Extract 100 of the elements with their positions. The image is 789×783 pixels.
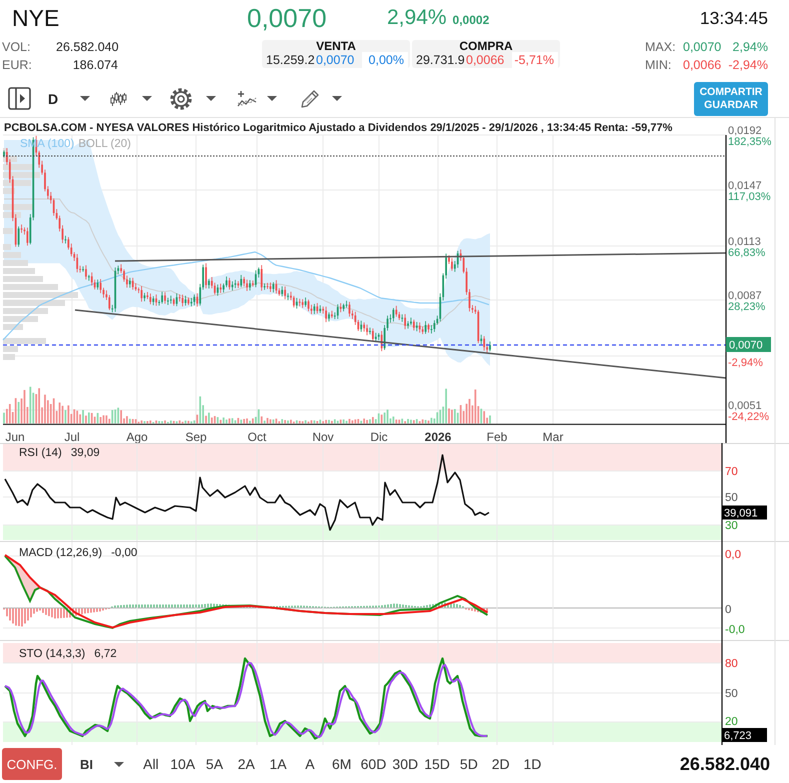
quote-percent: -5,71% — [512, 52, 558, 68]
time-axis-label: Feb — [486, 430, 508, 443]
indicator-value: -0,00 — [111, 547, 138, 559]
period-dropdown[interactable]: D — [48, 90, 90, 106]
caret-icon — [267, 96, 277, 101]
axis-label: 70 — [725, 466, 738, 478]
time-axis-label: Jul — [64, 430, 80, 443]
range-price: 0,0066 — [683, 58, 722, 72]
range-button[interactable]: 1A — [262, 756, 294, 772]
range-button[interactable]: 10A — [166, 756, 199, 772]
percent-axis-label: 28,23% — [728, 301, 766, 313]
axis-label: 50 — [725, 688, 738, 700]
axis-label: -0,0 — [725, 624, 745, 636]
quote-volume: 15.259.2 — [265, 53, 316, 67]
range-button[interactable]: All — [135, 756, 167, 772]
volume-profile-bar — [3, 252, 21, 258]
axis-label: 50 — [725, 492, 738, 504]
range-button[interactable]: 30D — [389, 756, 422, 772]
volume-profile-bar — [3, 338, 46, 344]
axis-label: 30 — [725, 520, 738, 532]
quote-price: 0,0070 — [316, 53, 356, 67]
volume-profile-bar — [3, 260, 28, 266]
caret-icon — [142, 96, 152, 101]
percent-axis-label: -2,94% — [728, 357, 763, 369]
volume-profile-bar — [3, 300, 65, 306]
range-button[interactable]: 5A — [198, 756, 230, 772]
range-button[interactable]: 2A — [230, 756, 262, 772]
price-axis-label: 0,0147 — [728, 180, 762, 192]
volume-profile-bar — [3, 180, 31, 186]
volume-profile-bar — [3, 346, 18, 352]
range-label: MAX: — [645, 40, 677, 54]
time-axis-label: Mar — [542, 430, 564, 443]
percent-axis-label: 117,03% — [728, 191, 771, 203]
volume-profile-bar — [3, 276, 43, 282]
quote-title: VENTA — [315, 40, 357, 52]
range-button[interactable]: 6M — [326, 756, 358, 772]
stat-label: VOL: — [1, 40, 32, 54]
volume-profile-bar — [3, 244, 11, 250]
percent-axis-label: -24,22% — [728, 411, 769, 423]
current-price-label: 0,0070 — [726, 337, 771, 352]
range-percent: 2,94% — [732, 40, 768, 54]
range-button[interactable]: A — [294, 756, 326, 772]
panel-icon — [8, 87, 31, 110]
current-value-label: 39,091 — [722, 506, 767, 520]
caret-icon — [80, 96, 90, 101]
stat-label: EUR: — [1, 58, 33, 72]
indicator-name: RSI (14) — [19, 447, 62, 459]
range-button[interactable]: 1D — [516, 756, 548, 772]
indicators-dropdown[interactable] — [237, 90, 277, 108]
range-button[interactable]: 5D — [452, 756, 485, 772]
indicator-value: 39,09 — [70, 447, 100, 459]
price-axis-label: 0,0192 — [728, 125, 762, 137]
indicator-legend: BOLL (20) — [78, 138, 131, 150]
range-button[interactable]: 2D — [484, 756, 517, 772]
price-axis-label: 0,0113 — [728, 236, 761, 248]
caret-icon — [206, 96, 216, 101]
time-axis-label: Jun — [5, 430, 25, 443]
percent-axis-label: 182,35% — [728, 136, 772, 148]
quote-title: COMPRA — [458, 40, 514, 52]
volume-profile-bar — [3, 268, 35, 274]
quote-price: 0,0066 — [466, 53, 506, 67]
last-price: 0,0070 — [247, 2, 327, 32]
range-price: 0,0070 — [683, 40, 722, 54]
stock-symbol: NYE — [12, 4, 60, 30]
range-label: MIN: — [645, 58, 672, 72]
volume-profile-bar — [3, 204, 33, 210]
volume-profile-bar — [3, 316, 38, 322]
drawing-tools-dropdown[interactable] — [300, 88, 342, 108]
chart-type-dropdown[interactable] — [110, 90, 152, 106]
indicator-name: STO (14,3,3) — [19, 648, 86, 660]
quote-percent: 0,00% — [362, 52, 408, 68]
price-axis-label: 0,0087 — [728, 290, 762, 302]
quote-volume: 29.731.9 — [415, 53, 466, 67]
pencil-icon — [300, 88, 320, 108]
indicator-name: MACD (12,26,9) — [19, 547, 102, 559]
axis-label: 0,0 — [725, 549, 741, 561]
range-button[interactable]: 15D — [421, 756, 453, 772]
config-button[interactable]: CONFG. — [2, 748, 62, 780]
candlestick-icon — [110, 90, 127, 106]
time-axis-label: Oct — [248, 430, 266, 443]
time-axis-label: 2026 — [424, 430, 452, 443]
price-change: 0,0002 — [452, 13, 490, 27]
chart-mode-dropdown[interactable]: BI — [80, 756, 124, 772]
sidebar-toggle-button[interactable] — [8, 87, 31, 110]
axis-label: 0 — [725, 604, 732, 616]
axis-label: 20 — [725, 716, 738, 728]
volume-profile-bar — [3, 164, 33, 170]
time-axis-label: Dic — [370, 430, 388, 443]
volume-profile-bar — [3, 354, 15, 360]
volume-profile-bar — [3, 308, 48, 314]
volume-profile-bar — [3, 228, 13, 234]
volume-profile-bar — [3, 324, 23, 330]
range-button[interactable]: 60D — [358, 756, 390, 772]
caret-icon — [332, 96, 342, 101]
settings-dropdown[interactable] — [169, 86, 216, 110]
axis-label: 80 — [725, 658, 738, 670]
percent-axis-label: 66,83% — [728, 247, 766, 259]
volume-profile-bar — [3, 284, 58, 290]
settings-icon — [169, 86, 193, 110]
stat-value: 26.582.040 — [56, 40, 118, 54]
